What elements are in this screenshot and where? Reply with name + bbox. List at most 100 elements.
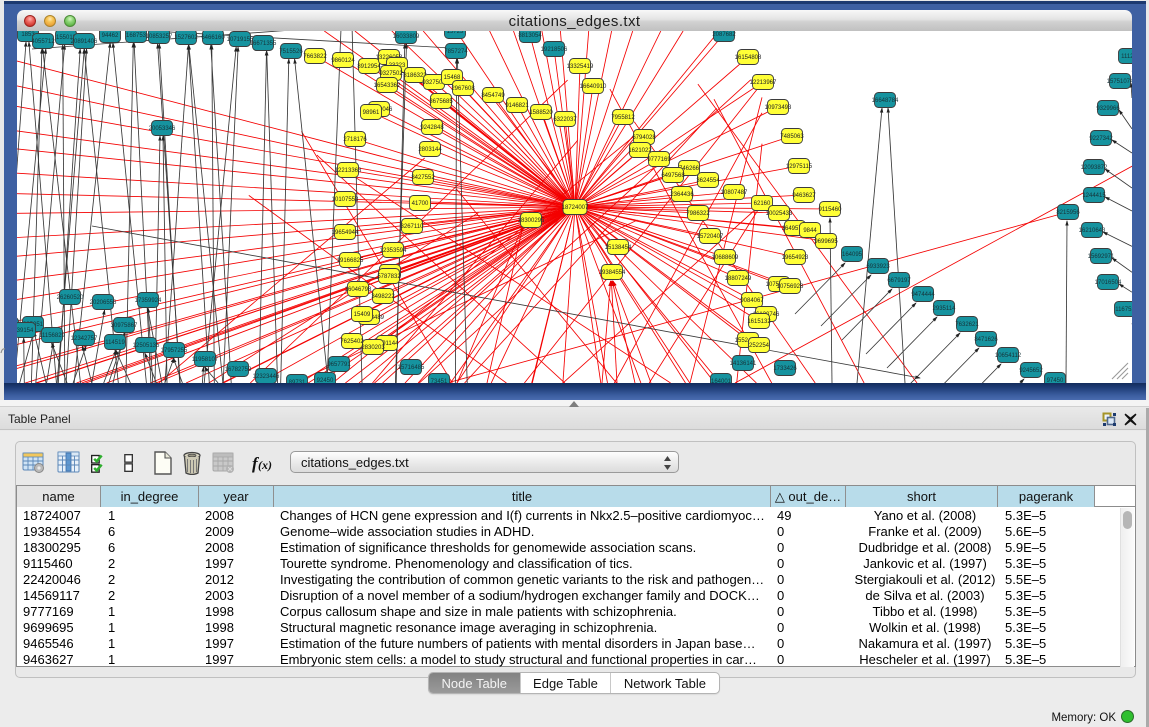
svg-text:6322037: 6322037 <box>553 117 577 123</box>
svg-text:7485063: 7485063 <box>780 134 804 140</box>
svg-text:2087682: 2087682 <box>712 32 736 38</box>
svg-text:7515526: 7515526 <box>279 49 303 55</box>
svg-text:12342757: 12342757 <box>71 336 98 342</box>
svg-text:13325419: 13325419 <box>567 64 594 70</box>
svg-text:10654112: 10654112 <box>995 353 1022 359</box>
svg-text:10107553: 10107553 <box>332 197 359 203</box>
svg-text:19166825: 19166825 <box>337 258 364 264</box>
svg-text:9242848: 9242848 <box>420 125 444 131</box>
svg-text:16210643: 16210643 <box>1079 228 1106 234</box>
svg-text:11156829: 11156829 <box>39 333 65 339</box>
svg-text:16154808: 16154808 <box>735 55 762 61</box>
svg-text:2364436: 2364436 <box>670 192 694 198</box>
svg-text:7955812: 7955812 <box>611 115 635 121</box>
svg-text:15692971: 15692971 <box>1088 254 1115 260</box>
svg-text:12093872: 12093872 <box>1081 165 1108 171</box>
svg-text:9463627: 9463627 <box>792 193 816 199</box>
svg-text:16648784: 16648784 <box>872 98 899 104</box>
svg-text:3675685: 3675685 <box>429 99 453 105</box>
svg-text:2718176: 2718176 <box>343 137 367 143</box>
svg-text:12213363: 12213363 <box>335 168 362 174</box>
svg-text:12505135: 12505135 <box>133 343 160 349</box>
svg-text:15716485: 15716485 <box>398 365 425 371</box>
svg-text:6466160: 6466160 <box>201 35 225 41</box>
svg-text:6497568: 6497568 <box>661 173 685 179</box>
svg-text:9657791: 9657791 <box>327 362 351 368</box>
svg-text:12213967: 12213967 <box>750 80 777 86</box>
svg-text:7632621: 7632621 <box>955 322 979 328</box>
svg-text:9146821: 9146821 <box>505 103 529 109</box>
svg-text:8912954: 8912954 <box>357 64 381 70</box>
svg-text:16782759: 16782759 <box>225 367 252 373</box>
svg-text:16046798: 16046798 <box>345 287 372 293</box>
svg-text:1733426: 1733426 <box>773 366 797 372</box>
svg-text:11958107: 11958107 <box>192 357 219 363</box>
svg-text:168753: 168753 <box>126 33 147 39</box>
svg-text:6679197: 6679197 <box>887 278 911 284</box>
svg-text:12975115: 12975115 <box>786 164 813 170</box>
svg-text:15138454: 15138454 <box>605 245 632 251</box>
svg-text:30975867: 30975867 <box>111 323 138 329</box>
svg-text:9227342: 9227342 <box>1089 136 1113 142</box>
svg-text:1244415: 1244415 <box>1082 193 1106 199</box>
svg-text:10688609: 10688609 <box>712 255 739 261</box>
svg-text:18300295: 18300295 <box>518 218 545 224</box>
svg-text:(x): (x) <box>258 458 272 472</box>
svg-text:19218506: 19218506 <box>541 47 568 53</box>
svg-text:3624554: 3624554 <box>696 178 720 184</box>
svg-text:2935114: 2935114 <box>933 306 957 312</box>
svg-text:16033809: 16033809 <box>393 34 420 40</box>
svg-text:16640910: 16640910 <box>580 84 607 90</box>
svg-text:9115460: 9115460 <box>819 207 843 213</box>
svg-text:7986322: 7986322 <box>686 211 710 217</box>
svg-text:9327502: 9327502 <box>379 71 403 77</box>
svg-text:114519: 114519 <box>105 340 125 346</box>
svg-text:9474444: 9474444 <box>911 292 935 298</box>
svg-text:7663822: 7663822 <box>303 54 327 60</box>
svg-text:17016504: 17016504 <box>1095 280 1122 286</box>
svg-text:16671355: 16671355 <box>250 41 277 47</box>
svg-text:19654923: 19654923 <box>782 255 809 261</box>
svg-text:26260520: 26260520 <box>57 295 84 301</box>
svg-text:18807249: 18807249 <box>725 276 752 282</box>
svg-text:9329966: 9329966 <box>1096 106 1120 112</box>
svg-text:8471626: 8471626 <box>974 337 998 343</box>
svg-text:1615132: 1615132 <box>747 319 771 325</box>
svg-text:39154: 39154 <box>17 328 34 334</box>
svg-text:15751074: 15751074 <box>1107 79 1132 85</box>
svg-text:2803144: 2803144 <box>418 147 442 153</box>
svg-text:10756928: 10756928 <box>777 284 804 290</box>
svg-text:3267110: 3267110 <box>401 224 425 230</box>
svg-text:6933923: 6933923 <box>866 264 890 270</box>
svg-text:2967608: 2967608 <box>451 86 475 92</box>
svg-text:17359924: 17359924 <box>135 298 162 304</box>
svg-text:98961: 98961 <box>363 110 380 116</box>
svg-text:15409: 15409 <box>354 312 371 318</box>
svg-text:20053346: 20053346 <box>149 126 176 132</box>
svg-text:62160: 62160 <box>754 201 771 207</box>
svg-text:41700: 41700 <box>412 201 429 207</box>
svg-text:6794028: 6794028 <box>632 135 656 141</box>
svg-text:15723: 15723 <box>447 31 464 35</box>
svg-text:9699695: 9699695 <box>814 239 838 245</box>
svg-text:3498222: 3498222 <box>371 294 395 300</box>
svg-text:11125: 11125 <box>1121 54 1132 60</box>
svg-text:9844: 9844 <box>803 228 817 234</box>
svg-text:9245652: 9245652 <box>1019 368 1043 374</box>
svg-text:8454749: 8454749 <box>481 93 505 99</box>
svg-text:164095: 164095 <box>842 252 863 258</box>
svg-text:10853257: 10853257 <box>146 34 173 40</box>
svg-text:8427552: 8427552 <box>411 175 435 181</box>
svg-text:18724007: 18724007 <box>562 205 589 211</box>
svg-text:17957255: 17957255 <box>161 348 188 354</box>
svg-text:10973493: 10973493 <box>765 105 792 111</box>
svg-text:10807487: 10807487 <box>721 190 748 196</box>
svg-text:12323446: 12323446 <box>253 374 280 380</box>
svg-text:14136141: 14136141 <box>730 361 757 367</box>
svg-text:9777169: 9777169 <box>647 157 671 163</box>
svg-text:19654944: 19654944 <box>332 230 359 236</box>
svg-text:8813054: 8813054 <box>518 33 542 39</box>
svg-text:15720407: 15720407 <box>697 234 724 240</box>
svg-text:116753: 116753 <box>1115 307 1132 313</box>
svg-text:7857274: 7857274 <box>444 49 468 55</box>
